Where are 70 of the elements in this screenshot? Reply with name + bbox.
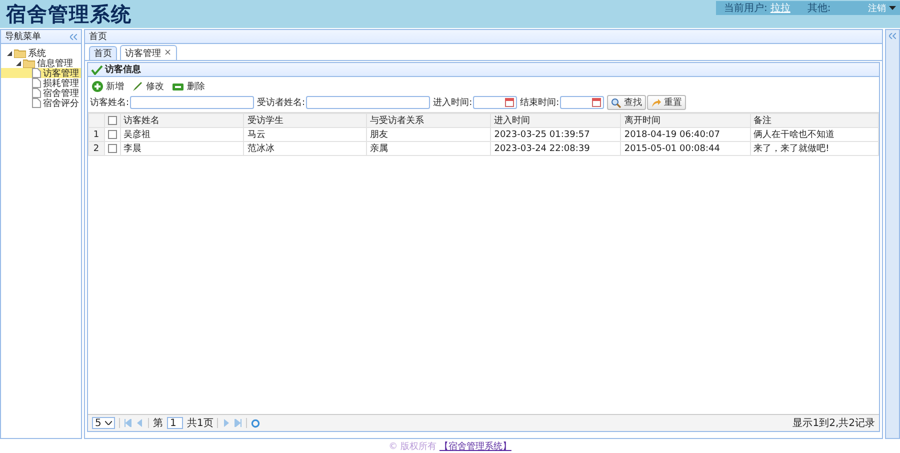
column-header[interactable]: 访客姓名 <box>120 114 244 128</box>
table-cell: 来了，来了就做吧! <box>750 142 878 156</box>
table-cell: 范冰冰 <box>244 142 367 156</box>
toolbar-button[interactable]: 删除 <box>170 79 207 94</box>
tree-item[interactable]: 宿舍评分 <box>1 98 81 108</box>
tree-item[interactable]: 信息管理 <box>1 58 81 68</box>
field-label: 进入时间: <box>433 96 472 109</box>
panel-title: 首页 <box>89 30 107 43</box>
table-cell: 2015-05-01 00:08:44 <box>620 142 750 156</box>
table-cell: 俩人在干啥也不知道 <box>750 128 878 142</box>
curved-arrow-icon <box>651 98 662 108</box>
page-size-select[interactable]: 5 <box>92 417 115 429</box>
tree-item[interactable]: 系统 <box>1 48 81 58</box>
table-cell: 2023-03-24 22:08:39 <box>490 142 621 156</box>
table-cell: 2018-04-19 06:40:07 <box>620 128 750 142</box>
tree-item[interactable]: 访客管理 <box>1 68 81 78</box>
table-cell: 李晨 <box>120 142 244 156</box>
text-field[interactable] <box>306 96 430 109</box>
column-header[interactable]: 与受访者关系 <box>366 114 491 128</box>
user-label: 当前用户: <box>724 2 768 15</box>
search-form-button[interactable]: 查找 <box>607 95 646 110</box>
toolbar-button[interactable]: 修改 <box>130 79 166 94</box>
calendar-icon[interactable] <box>505 98 514 107</box>
table-cell: 朋友 <box>366 128 491 142</box>
collapse-icon[interactable] <box>70 34 77 40</box>
page-total: 共1页 <box>187 416 214 430</box>
date-field[interactable] <box>560 96 604 109</box>
table-cell: 2023-03-25 01:39:57 <box>490 128 621 142</box>
plus-icon <box>92 81 103 92</box>
row-number: 2 <box>88 142 104 156</box>
field-label: 访客姓名: <box>90 96 130 109</box>
panel-title: 访客信息 <box>105 63 141 76</box>
page-field[interactable]: 1 <box>167 417 183 429</box>
table-cell: 吴彦祖 <box>120 128 244 142</box>
toolbar-button[interactable]: 新增 <box>90 79 126 94</box>
column-header[interactable]: 进入时间 <box>490 114 621 128</box>
tab[interactable]: 首页 <box>89 46 117 60</box>
checkbox[interactable] <box>108 130 117 139</box>
caret-icon <box>105 421 112 425</box>
row-number: 1 <box>88 128 104 142</box>
check-icon <box>91 64 103 74</box>
tree-item[interactable]: 宿舍管理 <box>1 88 81 98</box>
tab[interactable]: 访客管理 × <box>120 45 177 60</box>
panel-title: 导航菜单 <box>5 30 41 43</box>
date-field[interactable] <box>473 96 518 109</box>
tree-item[interactable]: 损耗管理 <box>1 78 81 88</box>
column-header[interactable]: 离开时间 <box>620 114 750 128</box>
page-label: 第 <box>153 417 163 430</box>
folder-icon <box>14 48 26 58</box>
refresh-icon[interactable] <box>251 418 260 428</box>
search-form-button[interactable]: 重置 <box>647 95 686 110</box>
other-label: 其他: <box>807 2 831 15</box>
checkbox[interactable] <box>108 116 117 125</box>
field-label: 结束时间: <box>520 96 560 109</box>
column-header[interactable]: 备注 <box>750 114 878 128</box>
record-summary: 显示1到2,共2记录 <box>792 416 875 430</box>
footer-link[interactable]: 【宿舍管理系统】 <box>439 440 512 452</box>
checkbox[interactable] <box>108 144 117 153</box>
table-cell: 马云 <box>244 128 367 142</box>
text-field[interactable] <box>130 96 254 109</box>
pencil-icon <box>132 81 143 92</box>
caret-icon[interactable] <box>889 6 896 10</box>
search-icon <box>611 98 622 108</box>
copyright-text: © 版权所有 <box>388 440 436 452</box>
app-title: 宿舍管理系统 <box>4 1 132 28</box>
table-cell: 亲属 <box>366 142 491 156</box>
field-label: 受访者姓名: <box>257 96 306 109</box>
calendar-icon[interactable] <box>592 98 602 107</box>
minus-icon <box>172 82 184 90</box>
column-header[interactable]: 受访学生 <box>244 114 367 128</box>
